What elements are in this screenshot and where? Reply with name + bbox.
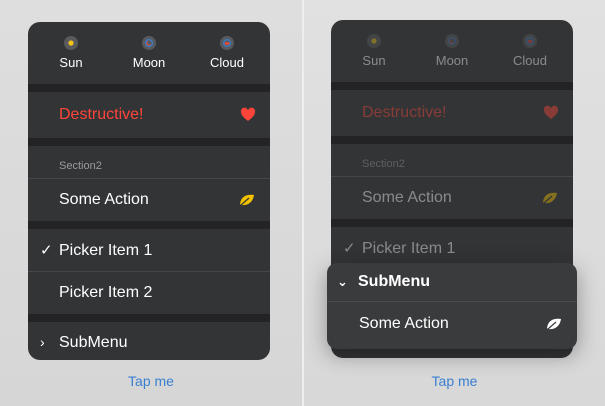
section-header: Section2 [362,158,405,170]
section-separator [28,84,270,92]
cloud-icon [523,34,537,48]
destructive-label: Destructive! [362,104,447,121]
submenu-popover: ⌄ SubMenu Some Action [327,263,577,349]
context-menu: Sun Moon Cloud Destructive! Section2 Som… [28,22,270,360]
cloud-button[interactable]: Cloud [495,34,565,68]
tap-me-link[interactable]: Tap me [0,373,302,389]
sun-label: Sun [362,53,386,68]
tap-me-link[interactable]: Tap me [304,373,605,389]
moon-button[interactable]: Moon [417,34,487,68]
sun-button[interactable]: Sun [36,36,106,70]
moon-icon [142,36,156,50]
picker-item-1-label: Picker Item 1 [59,241,153,259]
left-panel: Sun Moon Cloud Destructive! Section2 Som… [0,0,302,406]
section-separator [331,219,573,227]
section-separator [28,221,270,229]
destructive-label: Destructive! [59,106,144,123]
cloud-icon [220,36,234,50]
cloud-label: Cloud [210,55,244,70]
section-separator [331,82,573,90]
moon-label: Moon [435,53,469,68]
moon-icon [445,34,459,48]
submenu-label: SubMenu [59,334,128,351]
heart-icon [543,105,559,119]
moon-label: Moon [132,55,166,70]
some-action-label: Some Action [362,189,452,206]
section-header: Section2 [59,160,102,172]
sun-button[interactable]: Sun [339,34,409,68]
icon-row: Sun Moon Cloud [331,20,573,82]
section-separator [28,138,270,146]
picker-item-2-label: Picker Item 2 [59,284,153,301]
destructive-menu-item[interactable]: Destructive! [331,90,573,136]
sun-icon [367,34,381,48]
leaf-icon [547,318,561,330]
chevron-down-icon: ⌄ [337,274,348,289]
section-separator [28,314,270,322]
destructive-menu-item[interactable]: Destructive! [28,92,270,138]
picker-item-1-label: Picker Item 1 [362,239,456,257]
right-panel: Sun Moon Cloud Destructive! Section2 Som… [304,0,605,406]
checkmark-icon: ✓ [343,239,356,257]
sun-icon [64,36,78,50]
some-action-menu-item[interactable]: Some Action [28,179,270,221]
leaf-icon [543,192,557,204]
submenu-item[interactable]: › SubMenu [28,322,270,360]
some-action-label: Some Action [59,191,149,208]
heart-icon [240,107,256,121]
submenu-some-action-item[interactable]: Some Action [327,302,577,346]
sun-label: Sun [59,55,83,70]
cloud-button[interactable]: Cloud [192,36,262,70]
checkmark-icon: ✓ [40,241,53,259]
picker-item-2[interactable]: Picker Item 2 [28,272,270,314]
cloud-label: Cloud [513,53,547,68]
submenu-title: SubMenu [358,273,430,290]
submenu-some-action-label: Some Action [359,315,449,332]
picker-item-1[interactable]: ✓ Picker Item 1 [28,229,270,271]
chevron-right-icon: › [40,334,45,350]
moon-button[interactable]: Moon [114,36,184,70]
section-separator [331,136,573,144]
leaf-icon [240,194,254,206]
icon-row: Sun Moon Cloud [28,22,270,84]
some-action-menu-item[interactable]: Some Action [331,177,573,219]
submenu-header[interactable]: ⌄ SubMenu [327,263,577,301]
